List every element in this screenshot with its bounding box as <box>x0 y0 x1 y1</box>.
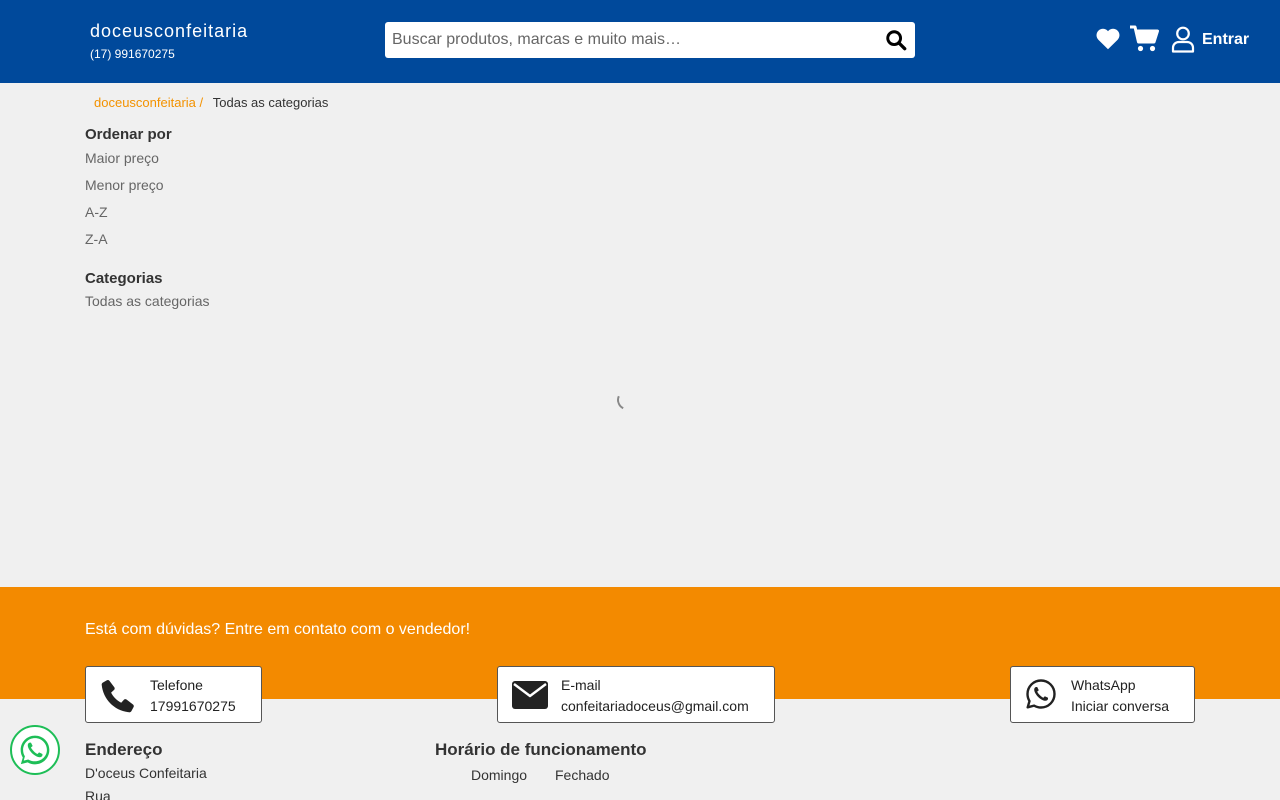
address-line-1: D'oceus Confeitaria <box>85 765 207 781</box>
sort-title: Ordenar por <box>85 126 172 143</box>
sort-option-z-a[interactable]: Z-A <box>85 231 108 247</box>
hours-title: Horário de funcionamento <box>435 740 647 759</box>
email-card-title: E-mail <box>561 677 601 693</box>
loading-spinner <box>614 387 640 413</box>
sort-option-a-z[interactable]: A-Z <box>85 204 108 220</box>
whatsapp-contact-card[interactable]: WhatsApp Iniciar conversa <box>1010 666 1195 723</box>
store-phone: (17) 991670275 <box>90 47 175 61</box>
email-card-value: confeitariadoceus@gmail.com <box>561 698 749 714</box>
cart-icon[interactable] <box>1129 25 1159 53</box>
phone-contact-card[interactable]: Telefone 17991670275 <box>85 666 262 723</box>
store-brand[interactable]: doceusconfeitaria (17) 991670275 <box>90 20 248 61</box>
address-line-2: Rua <box>85 788 111 800</box>
search-icon[interactable] <box>885 29 907 51</box>
whatsapp-card-value: Iniciar conversa <box>1071 698 1170 714</box>
login-link[interactable]: Entrar <box>1202 31 1249 49</box>
categories-title: Categorias <box>85 270 163 287</box>
envelope-icon <box>512 681 548 709</box>
search-input[interactable] <box>385 22 865 58</box>
hours-day: Domingo <box>471 767 528 783</box>
phone-card-title: Telefone <box>150 677 203 693</box>
top-header: doceusconfeitaria (17) 991670275 Entrar <box>0 0 1280 83</box>
email-contact-card[interactable]: E-mail confeitariadoceus@gmail.com <box>497 666 775 723</box>
whatsapp-icon <box>20 735 50 765</box>
address-title: Endereço <box>85 740 163 759</box>
store-name: doceusconfeitaria <box>90 21 249 41</box>
category-all[interactable]: Todas as categorias <box>85 293 210 309</box>
user-icon[interactable] <box>1171 26 1195 53</box>
phone-icon <box>101 680 134 713</box>
search-bar <box>385 22 915 58</box>
hours-status: Fechado <box>555 767 610 783</box>
whatsapp-floating-button[interactable] <box>10 725 60 775</box>
sort-option-highest-price[interactable]: Maior preço <box>85 150 159 166</box>
whatsapp-icon <box>1026 679 1056 709</box>
heart-icon[interactable] <box>1095 26 1121 52</box>
breadcrumb-current: Todas as categorias <box>212 95 329 110</box>
breadcrumb-home-link[interactable]: doceusconfeitaria / <box>94 95 203 110</box>
whatsapp-card-title: WhatsApp <box>1071 677 1136 693</box>
sort-option-lowest-price[interactable]: Menor preço <box>85 177 164 193</box>
breadcrumb: doceusconfeitaria / Todas as categorias <box>94 95 328 110</box>
phone-card-value: 17991670275 <box>150 698 236 714</box>
contact-heading: Está com dúvidas? Entre em contato com o… <box>85 621 471 638</box>
